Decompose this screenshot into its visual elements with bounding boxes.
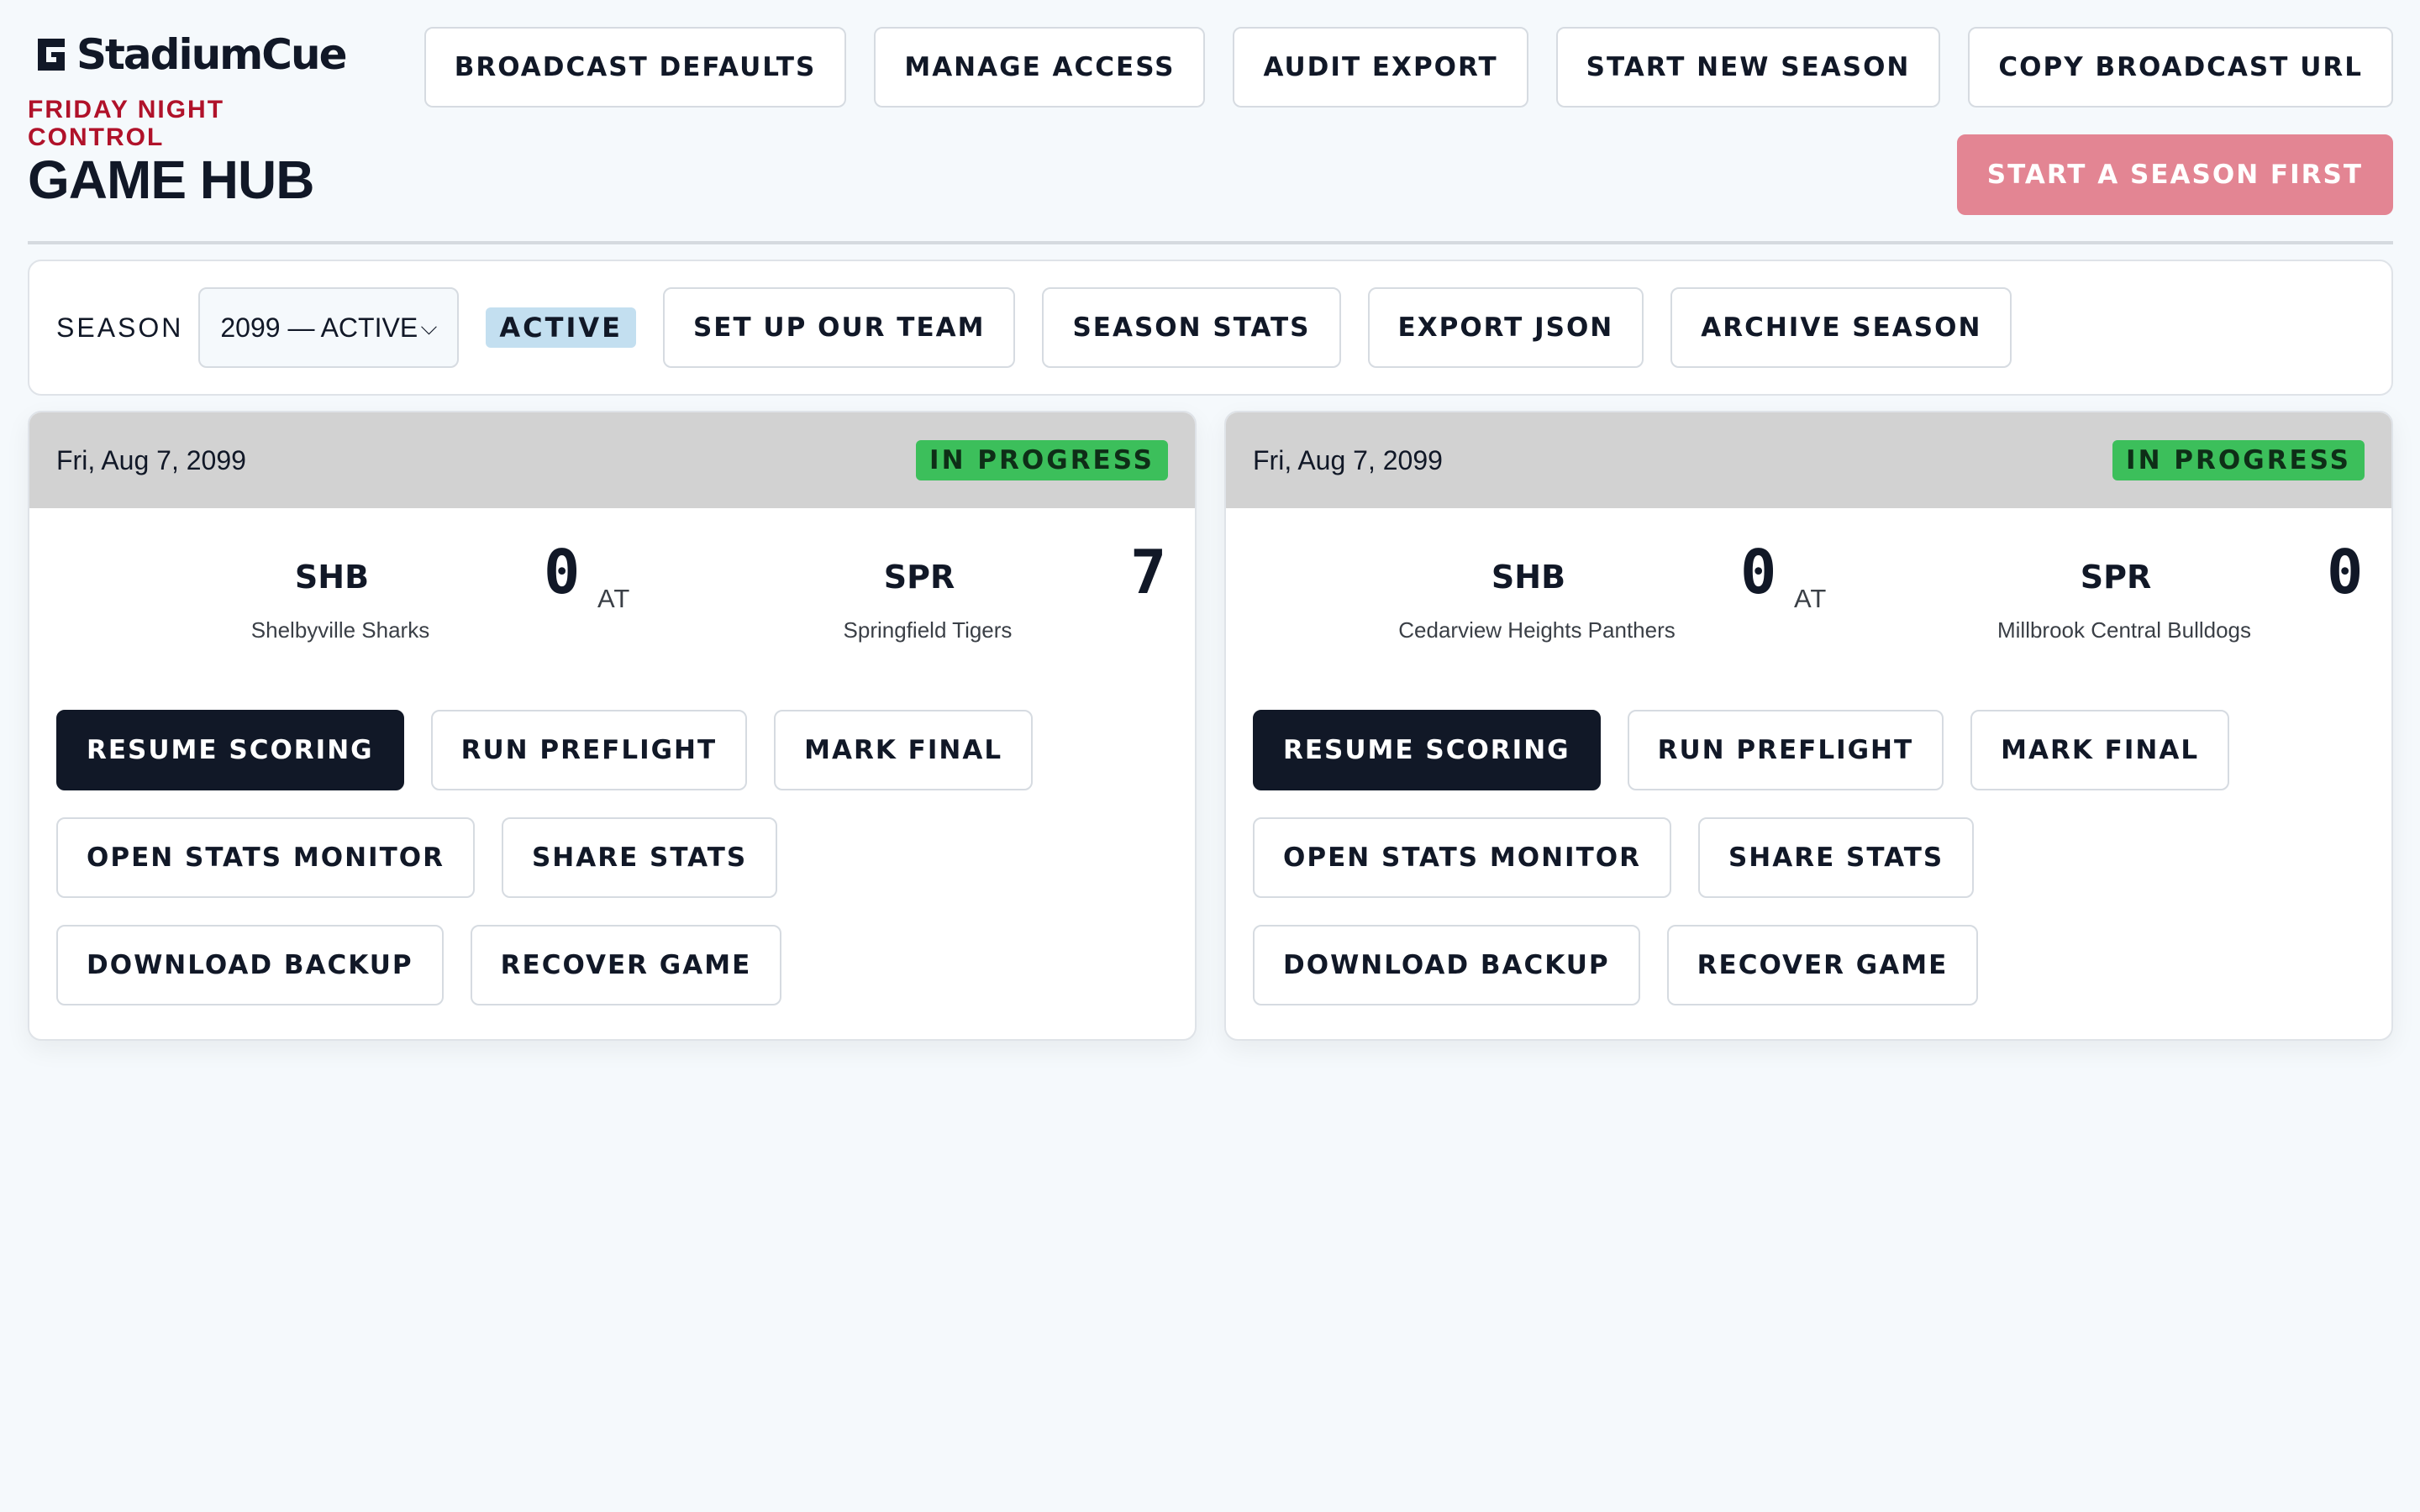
away-team-abbr: SHB (1491, 559, 1566, 596)
run-preflight-button[interactable]: RUN PREFLIGHT (1627, 710, 1944, 790)
audit-export-button[interactable]: AUDIT EXPORT (1233, 27, 1528, 108)
home-team-abbr: SPR (2080, 559, 2152, 596)
mark-final-button[interactable]: MARK FINAL (774, 710, 1034, 790)
home-team-name: Millbrook Central Bulldogs (1996, 617, 2252, 643)
game-date: Fri, Aug 7, 2099 (56, 444, 246, 475)
season-status-badge: ACTIVE (486, 307, 636, 348)
home-team-abbr: SPR (883, 559, 955, 596)
game-status-badge: IN PROGRESS (916, 440, 1168, 480)
home-score: 7 (1130, 537, 1167, 607)
game-actions: RESUME SCORING RUN PREFLIGHT MARK FINAL … (1226, 710, 2391, 1005)
broadcast-defaults-button[interactable]: BROADCAST DEFAULTS (424, 27, 847, 108)
mark-final-button[interactable]: MARK FINAL (1970, 710, 2230, 790)
game-card-header: Fri, Aug 7, 2099 IN PROGRESS (29, 412, 1195, 508)
away-team-name: Shelbyville Sharks (250, 617, 430, 643)
brand[interactable]: StadiumCue (34, 30, 347, 79)
share-stats-button[interactable]: SHARE STATS (1697, 817, 1975, 898)
game-actions: RESUME SCORING RUN PREFLIGHT MARK FINAL … (29, 710, 1195, 1005)
start-season-first-button[interactable]: START A SEASON FIRST (1956, 134, 2393, 215)
season-select[interactable]: 2099 — ACTIVE ⌵ (198, 287, 460, 368)
away-team: SHB Cedarview Heights Panthers (1348, 559, 1726, 643)
page-title: GAME HUB (28, 150, 314, 210)
chevron-down-icon: ⌵ (420, 314, 438, 339)
header-actions: BROADCAST DEFAULTS MANAGE ACCESS AUDIT E… (424, 27, 2393, 108)
game-card-header: Fri, Aug 7, 2099 IN PROGRESS (1226, 412, 2391, 508)
season-select-value: 2099 — ACTIVE (220, 312, 418, 343)
open-stats-monitor-button[interactable]: OPEN STATS MONITOR (1253, 817, 1671, 898)
home-team: SPR Millbrook Central Bulldogs (1935, 559, 2313, 643)
away-score: 0 (544, 537, 581, 607)
archive-season-button[interactable]: ARCHIVE SEASON (1670, 287, 2012, 368)
game-date: Fri, Aug 7, 2099 (1253, 444, 1443, 475)
start-new-season-button[interactable]: START NEW SEASON (1555, 27, 1941, 108)
season-bar: SEASON 2099 — ACTIVE ⌵ ACTIVE SET UP OUR… (28, 260, 2393, 396)
away-team-abbr: SHB (294, 559, 370, 596)
brand-name: StadiumCue (76, 30, 347, 79)
download-backup-button[interactable]: DOWNLOAD BACKUP (1253, 925, 1640, 1005)
season-stats-button[interactable]: SEASON STATS (1042, 287, 1341, 368)
resume-scoring-button[interactable]: RESUME SCORING (56, 710, 404, 790)
manage-access-button[interactable]: MANAGE ACCESS (874, 27, 1206, 108)
stadiumcue-logo-icon (34, 35, 68, 74)
home-team: SPR Springfield Tigers (814, 559, 1041, 643)
page-header: StadiumCue FRIDAY NIGHT CONTROL GAME HUB… (28, 25, 2393, 244)
download-backup-button[interactable]: DOWNLOAD BACKUP (56, 925, 444, 1005)
resume-scoring-button[interactable]: RESUME SCORING (1253, 710, 1601, 790)
matchup: SHB Shelbyville Sharks 0 AT SPR Springfi… (29, 508, 1195, 710)
game-card: Fri, Aug 7, 2099 IN PROGRESS SHB Shelbyv… (28, 411, 1197, 1041)
app-root: StadiumCue FRIDAY NIGHT CONTROL GAME HUB… (0, 0, 2420, 1512)
home-team-name: Springfield Tigers (843, 617, 1013, 643)
recover-game-button[interactable]: RECOVER GAME (1666, 925, 1979, 1005)
open-stats-monitor-button[interactable]: OPEN STATS MONITOR (56, 817, 475, 898)
away-team-name: Cedarview Heights Panthers (1398, 617, 1676, 643)
page-eyebrow: FRIDAY NIGHT CONTROL (28, 96, 225, 151)
away-team: SHB Shelbyville Sharks (227, 559, 454, 643)
share-stats-button[interactable]: SHARE STATS (501, 817, 778, 898)
copy-broadcast-url-button[interactable]: COPY BROADCAST URL (1968, 27, 2393, 108)
home-score: 0 (2327, 537, 2364, 607)
away-score: 0 (1740, 537, 1777, 607)
season-label: SEASON (56, 312, 184, 343)
game-card: Fri, Aug 7, 2099 IN PROGRESS SHB Cedarvi… (1224, 411, 2393, 1041)
header-divider (28, 241, 2393, 244)
at-label: AT (1794, 584, 1828, 613)
set-up-team-button[interactable]: SET UP OUR TEAM (662, 287, 1016, 368)
at-label: AT (597, 584, 631, 613)
game-status-badge: IN PROGRESS (2112, 440, 2365, 480)
matchup: SHB Cedarview Heights Panthers 0 AT SPR … (1226, 508, 2391, 710)
export-json-button[interactable]: EXPORT JSON (1367, 287, 1644, 368)
run-preflight-button[interactable]: RUN PREFLIGHT (430, 710, 748, 790)
recover-game-button[interactable]: RECOVER GAME (470, 925, 782, 1005)
